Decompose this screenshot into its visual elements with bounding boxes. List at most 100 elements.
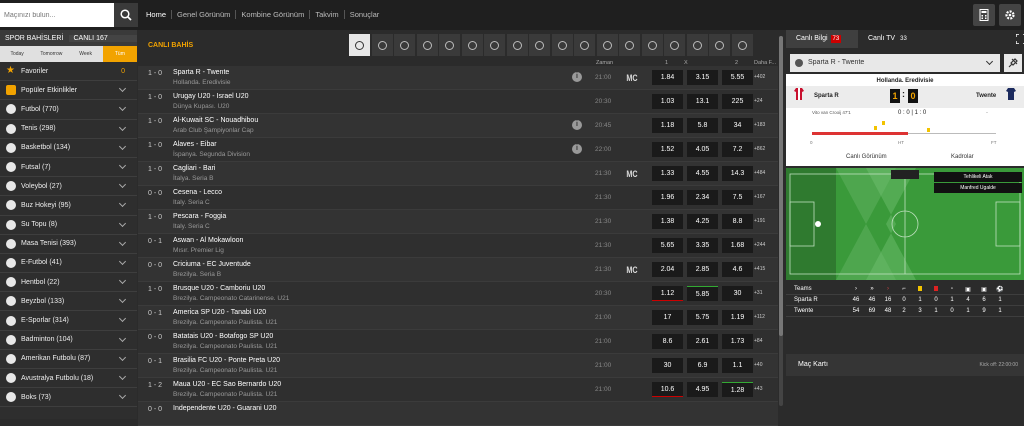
nav-home[interactable]: Home: [146, 10, 171, 19]
odds-button-x[interactable]: 5.75: [687, 310, 718, 325]
sidebar-item[interactable]: Voleybol (27): [0, 177, 137, 197]
sidebar-item[interactable]: ★ Favoriler 0: [0, 62, 137, 82]
more-markets-count[interactable]: +112: [754, 314, 765, 320]
match-teams[interactable]: Criciuma - EC Juventude: [173, 261, 251, 268]
sidebar-item[interactable]: Tenis (298): [0, 120, 137, 139]
odds-button-2[interactable]: 7.5: [722, 190, 753, 205]
search-button[interactable]: [114, 3, 138, 27]
match-row[interactable]: 0 - 1 Aswan - Al Mokawloon Mısır. Premier …: [138, 234, 778, 258]
more-markets-count[interactable]: +167: [754, 194, 765, 200]
more-markets-count[interactable]: +191: [754, 218, 765, 224]
match-row[interactable]: 1 - 0 Al-Kuwait SC - Nouadhibou Arab Club …: [138, 114, 778, 138]
odds-button-1[interactable]: 1.84: [652, 70, 683, 85]
nav-kombine-gorunum[interactable]: Kombine Görünüm: [235, 10, 309, 19]
period-today[interactable]: Today: [0, 46, 34, 62]
odds-button-2[interactable]: 1.68: [722, 238, 753, 253]
match-row[interactable]: 0 - 1 America SP U20 - Tanabi U20 Brezilya…: [138, 306, 778, 330]
scrollbar[interactable]: [779, 36, 783, 406]
filter-badminton-button[interactable]: [619, 34, 640, 56]
sidebar-item[interactable]: Popüler Etkinlikler: [0, 81, 137, 101]
sidebar-item[interactable]: Basketbol (134): [0, 139, 137, 158]
sidebar-item[interactable]: Badminton (104): [0, 331, 137, 350]
odds-button-x[interactable]: 2.61: [687, 334, 718, 349]
info-icon[interactable]: i: [572, 120, 582, 130]
odds-button-1[interactable]: 1.96: [652, 190, 683, 205]
odds-button-2[interactable]: 34: [722, 118, 753, 133]
match-row[interactable]: 1 - 0 Alaves - Eibar İspanya. Segunda Divi…: [138, 138, 778, 162]
odds-button-x[interactable]: 5.85: [687, 286, 718, 301]
filter-gamepad-button[interactable]: [529, 34, 550, 56]
pin-button[interactable]: [1004, 54, 1022, 72]
match-row[interactable]: 1 - 0 Brusque U20 - Camboriu U20 Brezilya.…: [138, 282, 778, 306]
odds-button-1[interactable]: 8.6: [652, 334, 683, 349]
expand-button[interactable]: [1006, 33, 1024, 45]
match-row[interactable]: 0 - 1 Brasilia FC U20 - Ponte Preta U20 Br…: [138, 354, 778, 378]
match-row[interactable]: 0 - 0 Batatais U20 - Botafogo SP U20 Brezi…: [138, 330, 778, 354]
odds-button-x[interactable]: 3.15: [687, 70, 718, 85]
odds-button-x[interactable]: 4.05: [687, 142, 718, 157]
sidebar-item[interactable]: Buz Hokeyi (95): [0, 196, 137, 216]
tab-canli-bilgi[interactable]: Canlı Bilgi 73: [786, 30, 858, 48]
match-teams[interactable]: Cesena - Lecco: [173, 189, 222, 196]
filter-handball-button[interactable]: [551, 34, 573, 56]
period-all[interactable]: Tüm: [102, 46, 137, 62]
match-center-icon[interactable]: MC: [626, 73, 637, 83]
match-card-bar[interactable]: Maç Kartı Kick off: 22:00:00: [786, 354, 1024, 376]
sidebar-item[interactable]: Boks (73): [0, 388, 137, 408]
filter-cycling-button[interactable]: [731, 34, 753, 56]
odds-button-1[interactable]: 1.52: [652, 142, 683, 157]
match-center-icon[interactable]: MC: [626, 265, 637, 275]
filter-volleyball-button[interactable]: [439, 34, 460, 56]
sidebar-item[interactable]: Masa Tenisi (393): [0, 235, 137, 254]
match-row[interactable]: 1 - 0 Sparta R - Twente Hollanda. Eredivis…: [138, 66, 778, 90]
calculator-button[interactable]: [973, 4, 995, 26]
match-teams[interactable]: Sparta R - Twente: [173, 69, 229, 76]
filter-tennis-button[interactable]: [371, 34, 393, 56]
odds-button-2[interactable]: 14.3: [722, 166, 753, 181]
odds-button-1[interactable]: 5.65: [652, 238, 683, 253]
period-week[interactable]: Week: [69, 46, 103, 62]
nav-takvim[interactable]: Takvim: [309, 10, 343, 19]
odds-button-2[interactable]: 1.1: [722, 358, 753, 373]
match-teams[interactable]: Batatais U20 - Botafogo SP U20: [173, 333, 273, 340]
sidebar-item[interactable]: Amerikan Futbolu (87): [0, 350, 137, 369]
odds-button-x[interactable]: 4.95: [687, 382, 718, 397]
match-row[interactable]: 1 - 0 Cagliari - Bari İtalya. Seria B 21:30…: [138, 162, 778, 186]
match-teams[interactable]: Al-Kuwait SC - Nouadhibou: [173, 117, 258, 124]
odds-button-1[interactable]: 1.33: [652, 166, 683, 181]
odds-button-x[interactable]: 6.9: [687, 358, 718, 373]
odds-button-2[interactable]: 225: [722, 94, 753, 109]
odds-button-x[interactable]: 2.34: [687, 190, 718, 205]
nav-sonuclar[interactable]: Sonuçlar: [343, 10, 385, 19]
tab-canli-tv[interactable]: Canlı TV 33: [858, 30, 930, 48]
filter-table-tennis-button[interactable]: [506, 34, 528, 56]
sidebar-item[interactable]: Futbol (770): [0, 100, 137, 120]
more-markets-count[interactable]: +183: [754, 122, 765, 128]
filter-boxing-button[interactable]: [686, 34, 708, 56]
more-markets-count[interactable]: +415: [754, 266, 765, 272]
more-markets-count[interactable]: +862: [754, 146, 765, 152]
nav-genel-gorunum[interactable]: Genel Görünüm: [171, 10, 235, 19]
odds-button-1[interactable]: 17: [652, 310, 683, 325]
odds-button-1[interactable]: 10.6: [652, 382, 683, 397]
sidebar-item[interactable]: Avustralya Futbolu (18): [0, 369, 137, 389]
match-center-icon[interactable]: MC: [626, 169, 637, 179]
filter-ice-hockey-button[interactable]: [461, 34, 483, 56]
filter-basketball-button[interactable]: [394, 34, 415, 56]
more-markets-count[interactable]: +31: [754, 290, 762, 296]
odds-button-2[interactable]: 8.8: [722, 214, 753, 229]
scrollbar-thumb[interactable]: [779, 36, 783, 336]
odds-button-x[interactable]: 4.25: [687, 214, 718, 229]
match-row[interactable]: 1 - 2 Maua U20 - EC Sao Bernardo U20 Brezi…: [138, 378, 778, 402]
filter-darts-button[interactable]: [709, 34, 730, 56]
filter-soccer-button[interactable]: [349, 34, 370, 56]
odds-button-1[interactable]: 1.03: [652, 94, 683, 109]
match-teams[interactable]: Alaves - Eibar: [173, 141, 217, 148]
odds-button-2[interactable]: 1.28: [722, 382, 753, 397]
odds-button-2[interactable]: 1.73: [722, 334, 753, 349]
more-markets-count[interactable]: +40: [754, 362, 762, 368]
odds-button-x[interactable]: 13.1: [687, 94, 718, 109]
sidebar-item[interactable]: Beyzbol (133): [0, 292, 137, 312]
tab-spor-bahisleri[interactable]: SPOR BAHİSLERİ: [0, 35, 69, 42]
odds-button-1[interactable]: 30: [652, 358, 683, 373]
